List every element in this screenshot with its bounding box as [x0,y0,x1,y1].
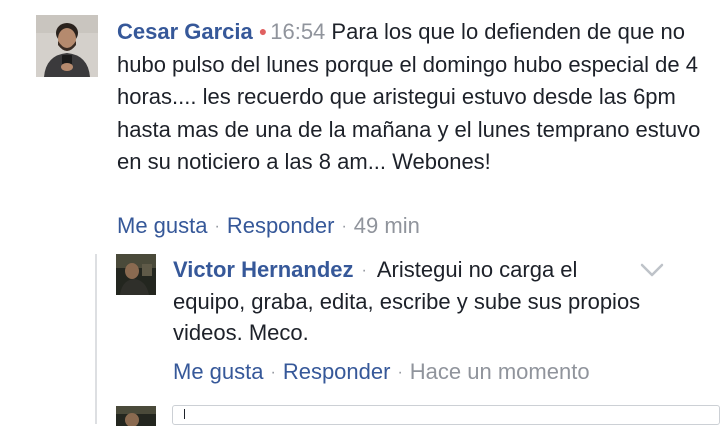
reply-input[interactable] [172,405,720,425]
like-button[interactable]: Me gusta [117,213,208,238]
comment-timestamp[interactable]: 16:54 [270,19,325,44]
reply-age[interactable]: Hace un momento [410,359,590,384]
reply-body: Victor Hernandez · Aristegui no carga el e… [173,254,643,348]
avatar[interactable] [36,15,98,77]
comment-age[interactable]: 49 min [354,213,420,238]
separator: · [270,364,276,381]
thread-line [95,254,97,424]
reply-actions: Me gusta · Responder · Hace un momento [173,359,590,385]
separator: · [397,364,403,381]
comment-body: Cesar Garcia ● 16:54 Para los que lo defie… [117,15,717,179]
comment-actions: Me gusta · Responder · 49 min [117,213,420,239]
separator: · [341,218,347,235]
separator: · [361,262,367,279]
avatar[interactable] [116,254,156,295]
like-button[interactable]: Me gusta [173,359,264,384]
separator: · [214,218,220,235]
online-dot-icon: ● [258,23,268,39]
avatar [116,406,156,426]
comment-author[interactable]: Cesar Garcia [117,19,253,44]
text-caret [184,409,185,419]
reply-button[interactable]: Responder [227,213,335,238]
reply-author[interactable]: Victor Hernandez [173,257,354,282]
reply-button[interactable]: Responder [283,359,391,384]
chevron-down-icon[interactable] [640,262,664,278]
